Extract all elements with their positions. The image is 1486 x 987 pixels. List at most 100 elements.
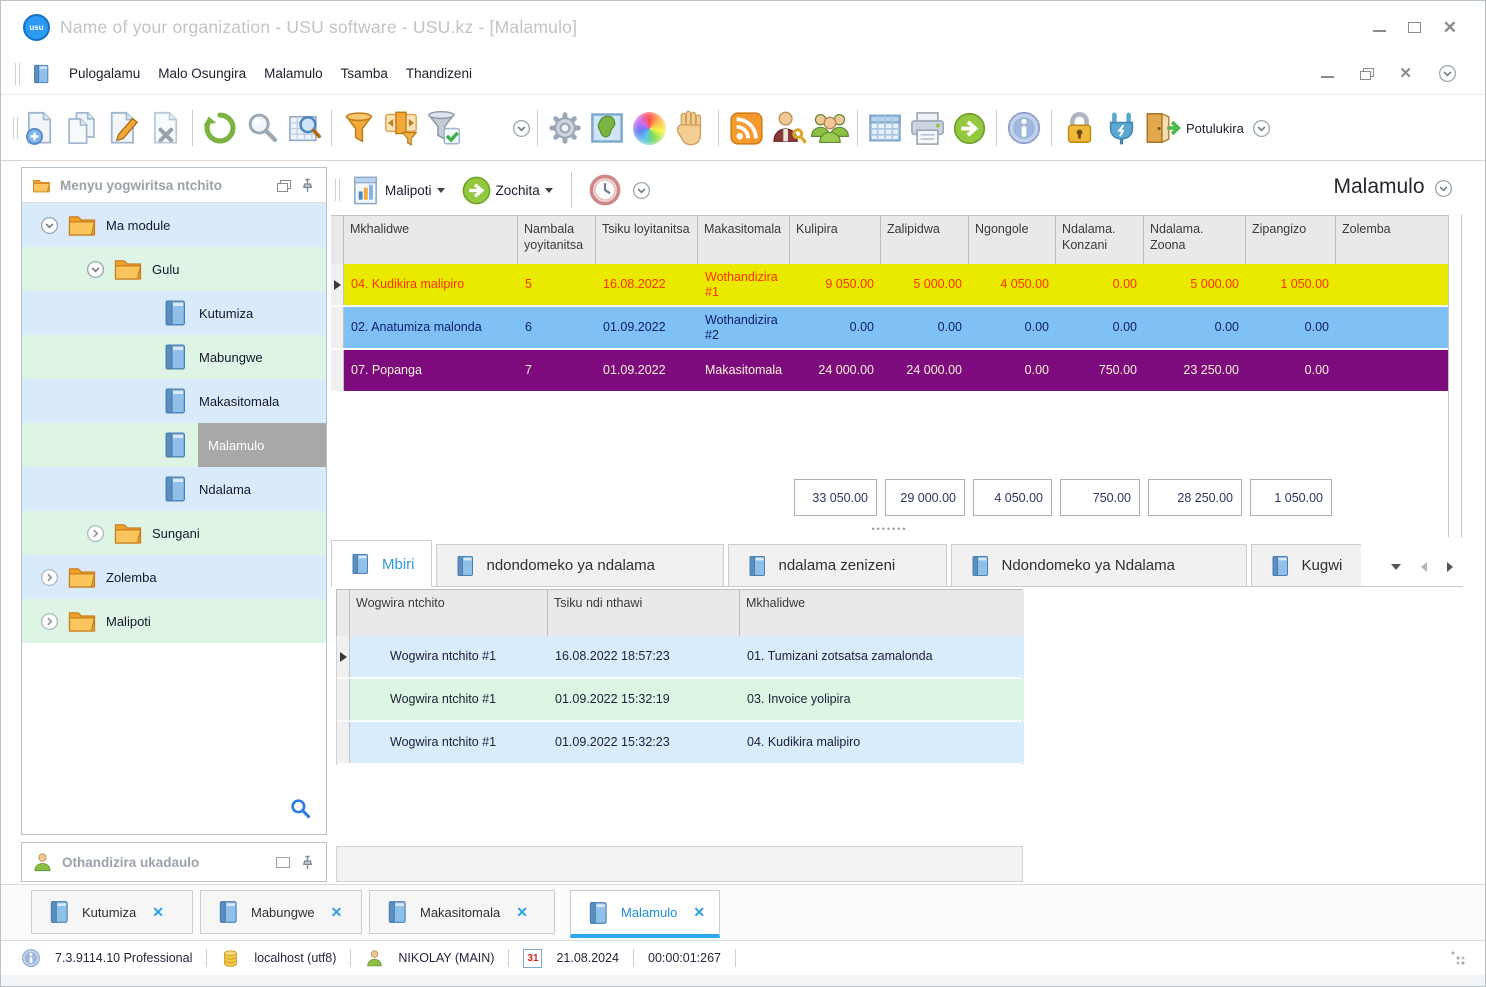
close-tab-icon[interactable]: ✕ [152, 904, 164, 921]
toolbar-chevron-down-icon[interactable] [512, 119, 531, 138]
delete-record-button[interactable] [144, 107, 186, 149]
column-header-makasitomala[interactable]: Makasitomala [698, 216, 790, 264]
tree-item-zolemba[interactable]: Zolemba [22, 555, 326, 599]
copy-record-button[interactable] [60, 107, 102, 149]
column-header-zipangizo[interactable]: Zipangizo [1246, 216, 1336, 264]
tree-item-makasitomala[interactable]: Makasitomala [22, 379, 326, 423]
scheduler-button[interactable] [584, 169, 626, 211]
menu-malamulo[interactable]: Malamulo [255, 60, 332, 87]
maximize-button[interactable] [1407, 21, 1421, 33]
column-header-zalipidwa[interactable]: Zalipidwa [881, 216, 969, 264]
pin-icon[interactable] [299, 854, 316, 871]
menubar-chevron-down-icon[interactable] [1438, 64, 1457, 83]
expand-icon[interactable] [40, 568, 59, 587]
tab-ndalama-zenizeni[interactable]: ndalama zenizeni [727, 544, 947, 586]
tree-item-kutumiza[interactable]: Kutumiza [22, 291, 326, 335]
collapse-icon[interactable] [86, 260, 105, 279]
history-row[interactable]: Wogwira ntchito #1 01.09.2022 15:32:23 0… [337, 722, 1024, 765]
tab-ndondomeko-ya-ndalama[interactable]: ndondomeko ya ndalama [435, 544, 724, 586]
info-button[interactable] [1003, 107, 1045, 149]
close-button[interactable]: ✕ [1443, 19, 1457, 36]
history-row[interactable]: Wogwira ntchito #1 16.08.2022 18:57:23 0… [337, 636, 1024, 679]
refresh-button[interactable] [199, 107, 241, 149]
window-tab-kutumiza[interactable]: Kutumiza ✕ [31, 890, 193, 934]
reports-dropdown-button[interactable]: Malipoti [346, 169, 449, 211]
close-tab-icon[interactable]: ✕ [693, 904, 705, 921]
column-header-nambala[interactable]: Nambala yoyitanitsa [518, 216, 596, 264]
history-row[interactable]: Wogwira ntchito #1 01.09.2022 15:32:19 0… [337, 679, 1024, 722]
filter-confirm-button[interactable] [422, 107, 464, 149]
panel-restore-button[interactable] [277, 179, 291, 192]
table-scroll-gutter[interactable] [1461, 215, 1462, 537]
mdi-minimize-button[interactable] [1321, 69, 1335, 78]
table-row-kudikira-malipiro[interactable]: 04. Kudikira malipiro 5 16.08.2022 Wotha… [331, 264, 1448, 307]
tab-list-dropdown-icon[interactable] [1391, 564, 1401, 570]
column-header-kulipira[interactable]: Kulipira [790, 216, 881, 264]
panel-chevron-down-icon[interactable] [1434, 179, 1453, 198]
exit-button[interactable]: Potulukira [1142, 107, 1244, 149]
mdi-close-button[interactable]: ✕ [1399, 66, 1412, 81]
print-button[interactable] [906, 107, 948, 149]
resize-grip[interactable] [1451, 951, 1465, 965]
plug-button[interactable] [1100, 107, 1142, 149]
search-in-table-button[interactable] [283, 107, 325, 149]
tab-ndondomeko-ya-ndalama-2[interactable]: Ndondomeko ya Ndalama [950, 544, 1247, 586]
tree-item-malipoti[interactable]: Malipoti [22, 599, 326, 643]
column-header-tsiku[interactable]: Tsiku loyitanitsa [596, 216, 698, 264]
toolbar-grip[interactable] [335, 179, 340, 201]
tab-scroll-left-icon[interactable] [1421, 562, 1427, 572]
expand-icon[interactable] [40, 612, 59, 631]
go-next-button[interactable] [948, 107, 990, 149]
edit-record-button[interactable] [102, 107, 144, 149]
splitter-handle[interactable]: ••••••• [331, 521, 1448, 536]
column-header-wogwira-ntchito[interactable]: Wogwira ntchito [350, 590, 548, 636]
subscriptions-button[interactable] [725, 107, 767, 149]
tree-item-gulu[interactable]: Gulu [22, 247, 326, 291]
new-record-button[interactable] [18, 107, 60, 149]
table-view-button[interactable] [864, 107, 906, 149]
filter-range-button[interactable] [380, 107, 422, 149]
toolbar-chevron-down-icon[interactable] [632, 181, 651, 200]
support-panel-header[interactable]: Othandizira ukadaulo [21, 842, 327, 882]
tree-item-sungani[interactable]: Sungani [22, 511, 326, 555]
settings-button[interactable] [544, 107, 586, 149]
minimize-button[interactable] [1372, 23, 1386, 32]
collapse-icon[interactable] [40, 216, 59, 235]
window-tab-mabungwe[interactable]: Mabungwe ✕ [200, 890, 362, 934]
tab-scroll-right-icon[interactable] [1447, 562, 1453, 572]
actions-dropdown-button[interactable]: Zochita [455, 169, 559, 211]
colors-button[interactable] [628, 107, 670, 149]
tab-kugwi[interactable]: Kugwi [1250, 544, 1361, 586]
map-button[interactable] [586, 107, 628, 149]
column-header-ndalama-zoona[interactable]: Ndalama. Zoona [1144, 216, 1246, 264]
column-header-tsiku-ndi-nthawi[interactable]: Tsiku ndi nthawi [548, 590, 740, 636]
menu-malo-osungira[interactable]: Malo Osungira [149, 60, 255, 87]
tab-mbiri[interactable]: Mbiri [331, 540, 432, 587]
expand-icon[interactable] [86, 524, 105, 543]
column-header-mkhalidwe[interactable]: Mkhalidwe [344, 216, 518, 264]
toolbar-grip[interactable] [15, 62, 20, 85]
lock-button[interactable] [1058, 107, 1100, 149]
tree-item-ma-module[interactable]: Ma module [22, 203, 326, 247]
menu-tsamba[interactable]: Tsamba [332, 60, 397, 87]
tree-item-malamulo-selected[interactable]: Malamulo [22, 423, 326, 467]
table-row-anatumiza-malonda[interactable]: 02. Anatumiza malonda 6 01.09.2022 Wotha… [331, 307, 1448, 350]
window-tab-makasitomala[interactable]: Makasitomala ✕ [369, 890, 555, 934]
column-header-ndalama-konzani[interactable]: Ndalama. Konzani [1056, 216, 1144, 264]
user-permissions-button[interactable] [767, 107, 809, 149]
column-header-ngongole[interactable]: Ngongole [969, 216, 1056, 264]
tree-item-mabungwe[interactable]: Mabungwe [22, 335, 326, 379]
menu-thandizeni[interactable]: Thandizeni [397, 60, 481, 87]
tree-search-icon[interactable] [289, 797, 312, 820]
table-row-popanga[interactable]: 07. Popanga 7 01.09.2022 Makasitomala 24… [331, 350, 1448, 393]
window-tab-malamulo-active[interactable]: Malamulo ✕ [570, 890, 720, 938]
filter-button[interactable] [338, 107, 380, 149]
pan-hand-button[interactable] [670, 107, 712, 149]
close-tab-icon[interactable]: ✕ [331, 904, 343, 921]
column-header-zolemba[interactable]: Zolemba [1336, 216, 1448, 264]
mdi-restore-button[interactable] [1360, 68, 1375, 80]
column-header-mkhalidwe[interactable]: Mkhalidwe [740, 590, 1024, 636]
close-tab-icon[interactable]: ✕ [516, 904, 528, 921]
users-button[interactable] [809, 107, 851, 149]
panel-maximize-button[interactable] [276, 856, 290, 868]
